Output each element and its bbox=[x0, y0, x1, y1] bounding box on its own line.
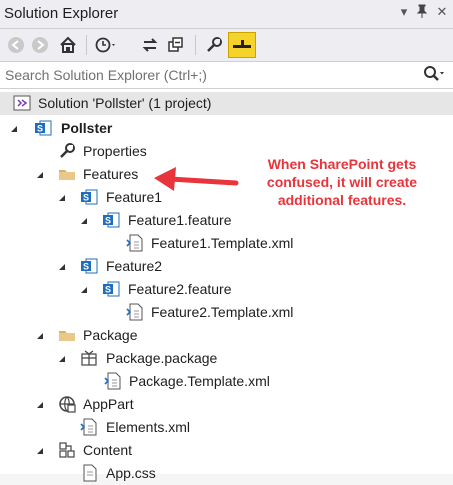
history-icon[interactable] bbox=[94, 33, 118, 57]
tree-item-feature2-file[interactable]: S Feature2.feature bbox=[0, 278, 453, 301]
xml-file-icon bbox=[126, 234, 144, 252]
xml-file-icon bbox=[126, 303, 144, 321]
svg-text:S: S bbox=[83, 262, 89, 272]
tree-item-content[interactable]: Content bbox=[0, 439, 453, 462]
expanded-arrow-icon[interactable] bbox=[34, 398, 46, 410]
search-bar bbox=[0, 62, 453, 89]
expanded-arrow-icon[interactable] bbox=[56, 260, 68, 272]
tree-item-label: Content bbox=[83, 442, 133, 458]
sharepoint-feature-icon: S bbox=[80, 257, 98, 275]
home-icon[interactable] bbox=[56, 33, 80, 57]
sharepoint-feature-icon: S bbox=[102, 211, 120, 229]
folder-icon bbox=[58, 165, 76, 183]
package-icon bbox=[80, 349, 98, 367]
callout-arrow-icon bbox=[154, 167, 239, 191]
tree-item-label: Feature2.feature bbox=[128, 281, 232, 297]
expanded-arrow-icon[interactable] bbox=[34, 444, 46, 456]
svg-text:S: S bbox=[83, 193, 89, 203]
sharepoint-feature-icon: S bbox=[80, 188, 98, 206]
folder-icon bbox=[58, 326, 76, 344]
back-icon[interactable] bbox=[4, 33, 28, 57]
expanded-arrow-icon[interactable] bbox=[34, 168, 46, 180]
title-bar: Solution Explorer ▾ ✕ bbox=[0, 0, 453, 29]
expanded-arrow-icon[interactable] bbox=[78, 214, 90, 226]
tree-item-label: Package bbox=[83, 327, 138, 343]
tree-item-label: Feature1.Template.xml bbox=[151, 235, 294, 251]
tree-item-label: App.css bbox=[106, 465, 156, 481]
pin-icon[interactable] bbox=[414, 4, 430, 22]
tree-item-feature2[interactable]: S Feature2 bbox=[0, 255, 453, 278]
expanded-arrow-icon[interactable] bbox=[34, 329, 46, 341]
tree-item-label: Feature2 bbox=[106, 258, 163, 274]
tree-item-label: Pollster bbox=[61, 120, 113, 136]
tree-item-package[interactable]: Package bbox=[0, 324, 453, 347]
tree-item-label: Package.package bbox=[106, 350, 218, 366]
tree-item-feature1-file[interactable]: S Feature1.feature bbox=[0, 209, 453, 232]
css-file-icon bbox=[80, 464, 98, 482]
tree-item-label: Properties bbox=[83, 143, 147, 159]
tree-item-label: AppPart bbox=[83, 396, 134, 412]
solution-tree: Solution 'Pollster' (1 project) S Pollst… bbox=[0, 89, 453, 482]
module-icon bbox=[58, 441, 76, 459]
tree-item-label: Solution 'Pollster' (1 project) bbox=[38, 95, 212, 111]
tree-item-elements[interactable]: Elements.xml bbox=[0, 416, 453, 439]
toolbar bbox=[0, 29, 453, 62]
xml-file-icon bbox=[80, 418, 98, 436]
tree-item-solution[interactable]: Solution 'Pollster' (1 project) bbox=[0, 92, 453, 115]
tree-item-project[interactable]: S Pollster bbox=[0, 117, 453, 140]
search-input[interactable] bbox=[0, 62, 415, 88]
tree-item-label: Feature2.Template.xml bbox=[151, 304, 294, 320]
toolbar-separator bbox=[86, 35, 87, 55]
tree-item-label: Package.Template.xml bbox=[129, 373, 270, 389]
sharepoint-feature-icon: S bbox=[102, 280, 120, 298]
window-title: Solution Explorer bbox=[4, 5, 119, 22]
sharepoint-project-icon: S bbox=[34, 119, 52, 137]
preview-icon[interactable] bbox=[228, 32, 256, 58]
properties-icon[interactable] bbox=[202, 33, 226, 57]
svg-text:S: S bbox=[37, 124, 43, 134]
tree-item-label: Features bbox=[83, 166, 139, 182]
toolbar-separator bbox=[195, 35, 196, 55]
tree-item-package-template[interactable]: Package.Template.xml bbox=[0, 370, 453, 393]
tree-item-label: Feature1.feature bbox=[128, 212, 232, 228]
svg-text:S: S bbox=[105, 285, 111, 295]
xml-file-icon bbox=[104, 372, 122, 390]
tree-item-feature1-template[interactable]: Feature1.Template.xml bbox=[0, 232, 453, 255]
web-part-icon bbox=[58, 395, 76, 413]
expanded-arrow-icon[interactable] bbox=[56, 352, 68, 364]
solution-icon bbox=[13, 94, 31, 112]
sync-icon[interactable] bbox=[138, 33, 162, 57]
svg-text:S: S bbox=[105, 216, 111, 226]
search-icon[interactable] bbox=[422, 65, 446, 88]
tree-item-apppart[interactable]: AppPart bbox=[0, 393, 453, 416]
expanded-arrow-icon[interactable] bbox=[78, 283, 90, 295]
dropdown-icon[interactable]: ▾ bbox=[396, 4, 412, 22]
tree-item-label: Elements.xml bbox=[106, 419, 191, 435]
expanded-arrow-icon[interactable] bbox=[56, 191, 68, 203]
forward-icon[interactable] bbox=[28, 33, 52, 57]
tree-item-feature2-template[interactable]: Feature2.Template.xml bbox=[0, 301, 453, 324]
wrench-icon bbox=[58, 142, 76, 160]
collapse-all-icon[interactable] bbox=[164, 33, 188, 57]
tree-item-package-file[interactable]: Package.package bbox=[0, 347, 453, 370]
close-icon[interactable]: ✕ bbox=[434, 4, 450, 22]
expanded-arrow-icon[interactable] bbox=[8, 122, 20, 134]
annotation-callout: When SharePoint gets confused, it will c… bbox=[266, 156, 418, 208]
